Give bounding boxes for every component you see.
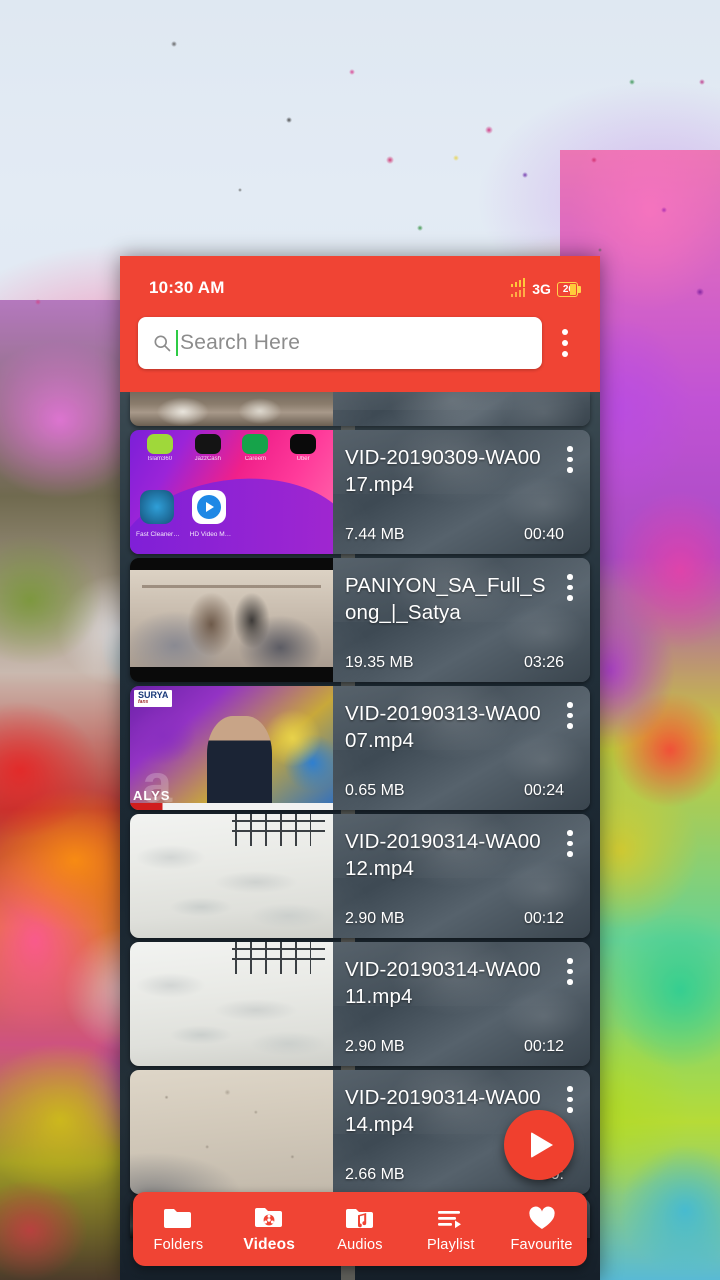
video-title: VID-20190314-WA0011.mp4 (345, 958, 541, 1008)
folder-icon (163, 1206, 193, 1232)
video-meta: VID-20190314-WA0012.mp4 2.90 MB 00:12 (333, 814, 590, 938)
video-duration: 00:12 (523, 1038, 564, 1055)
network-type-label: 3G (532, 281, 551, 297)
video-stats: 2.90 MB 00:12 (345, 1038, 590, 1056)
video-thumbnail (130, 942, 333, 1066)
nav-item-folders[interactable]: Folders (133, 1206, 224, 1253)
video-duration: 00:40 (523, 526, 564, 543)
video-size: 2.66 MB (345, 1166, 405, 1183)
folder-music-icon (345, 1206, 375, 1232)
app-bar: 10:30 AM 3G 26 Search Here (120, 256, 600, 392)
more-vert-icon[interactable] (560, 574, 580, 601)
status-bar-indicators: 3G 26 (510, 278, 582, 297)
search-icon (154, 335, 171, 352)
video-stats: 19.35 MB 03:26 (345, 654, 590, 672)
search-placeholder: Search Here (180, 331, 301, 354)
folder-video-icon (254, 1205, 284, 1231)
video-title: PANIYON_SA_Full_Song_|_Satya (345, 574, 546, 624)
signal-bars-icon (510, 278, 526, 297)
play-fab-button[interactable] (504, 1110, 574, 1180)
more-vert-icon[interactable] (548, 317, 582, 369)
list-item[interactable]: a SURYA fans ALYS VID-20190313-WA0007.mp4… (130, 686, 590, 810)
video-size: 7.44 MB (345, 526, 405, 543)
video-stats: 2.90 MB 00:12 (345, 910, 590, 928)
nav-item-audios[interactable]: Audios (315, 1206, 406, 1253)
video-meta (333, 392, 590, 426)
list-item[interactable]: Islam360 JazzCash Careem Uber Fast Clean… (130, 430, 590, 554)
video-title: VID-20190314-WA0012.mp4 (345, 830, 541, 880)
nav-label: Favourite (510, 1236, 573, 1253)
video-thumbnail: Islam360 JazzCash Careem Uber Fast Clean… (130, 430, 333, 554)
more-vert-icon[interactable] (560, 1086, 580, 1113)
more-vert-icon[interactable] (560, 958, 580, 985)
video-duration: 00:24 (523, 782, 564, 799)
video-thumbnail: a SURYA fans ALYS (130, 686, 333, 810)
battery-fill (570, 284, 576, 295)
nav-item-playlist[interactable]: Playlist (405, 1206, 496, 1253)
video-thumbnail (130, 392, 333, 426)
status-bar-clock: 10:30 AM (149, 277, 225, 297)
video-duration: 00:12 (523, 910, 564, 927)
video-title: VID-20190313-WA0007.mp4 (345, 702, 541, 752)
video-stats: 7.44 MB 00:40 (345, 526, 590, 544)
video-meta: VID-20190314-WA0011.mp4 2.90 MB 00:12 (333, 942, 590, 1066)
list-item-partial-top[interactable] (130, 392, 590, 426)
search-row: Search Here (120, 302, 600, 384)
video-meta: PANIYON_SA_Full_Song_|_Satya 19.35 MB 03… (333, 558, 590, 682)
thumbnail-art (130, 942, 333, 1066)
thumbnail-art (130, 814, 333, 938)
phone-screen: 10:30 AM 3G 26 Search Here Islam360 Jazz… (120, 256, 600, 1280)
thumbnail-art (130, 1070, 333, 1194)
video-size: 0.65 MB (345, 782, 405, 799)
status-bar: 10:30 AM 3G 26 (120, 256, 600, 302)
video-size: 2.90 MB (345, 1038, 405, 1055)
more-vert-icon[interactable] (560, 830, 580, 857)
thumbnail-art: a SURYA fans ALYS (130, 686, 333, 810)
nav-label: Folders (153, 1236, 204, 1253)
video-meta: VID-20190309-WA0017.mp4 7.44 MB 00:40 (333, 430, 590, 554)
heart-icon (528, 1206, 556, 1232)
text-cursor (176, 330, 178, 356)
thumbnail-art (130, 558, 333, 682)
thumbnail-art: Islam360 JazzCash Careem Uber Fast Clean… (130, 430, 333, 554)
video-duration: 03:26 (523, 654, 564, 671)
play-icon (531, 1132, 553, 1158)
bottom-navigation: Folders Videos Audios Playlist Favourite (133, 1192, 587, 1266)
list-item[interactable]: VID-20190314-WA0012.mp4 2.90 MB 00:12 (130, 814, 590, 938)
playlist-icon (436, 1206, 466, 1232)
thumbnail-art (130, 392, 333, 426)
nav-item-favourite[interactable]: Favourite (496, 1206, 587, 1253)
nav-item-videos[interactable]: Videos (224, 1205, 315, 1254)
list-item[interactable]: PANIYON_SA_Full_Song_|_Satya 19.35 MB 03… (130, 558, 590, 682)
video-thumbnail (130, 1070, 333, 1194)
video-size: 19.35 MB (345, 654, 414, 671)
video-stats: 0.65 MB 00:24 (345, 782, 590, 800)
battery-icon: 26 (556, 282, 582, 297)
nav-label: Audios (337, 1236, 383, 1253)
video-meta: VID-20190313-WA0007.mp4 0.65 MB 00:24 (333, 686, 590, 810)
video-size: 2.90 MB (345, 910, 405, 927)
list-item[interactable]: VID-20190314-WA0011.mp4 2.90 MB 00:12 (130, 942, 590, 1066)
video-thumbnail (130, 558, 333, 682)
video-thumbnail (130, 814, 333, 938)
search-input[interactable]: Search Here (138, 317, 542, 369)
nav-label: Videos (243, 1235, 296, 1253)
nav-label: Playlist (427, 1236, 475, 1253)
more-vert-icon[interactable] (560, 446, 580, 473)
more-vert-icon[interactable] (560, 702, 580, 729)
video-title: VID-20190309-WA0017.mp4 (345, 446, 541, 496)
